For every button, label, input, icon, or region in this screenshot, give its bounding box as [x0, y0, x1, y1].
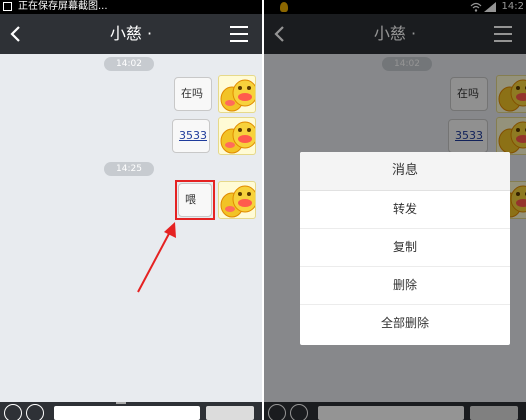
screenshot-icon: [3, 2, 12, 11]
timestamp: 14:25: [104, 162, 154, 176]
message-bubble[interactable]: 3533: [172, 119, 210, 153]
chat-header: 小慈 ·: [0, 14, 262, 54]
message-context-menu: 消息 转发 复制 删除 全部删除: [300, 152, 510, 345]
status-text: 正在保存屏幕截图...: [18, 1, 108, 12]
context-menu-title: 消息: [300, 152, 510, 191]
message-bubble[interactable]: 在吗: [174, 77, 212, 111]
message-link[interactable]: 3533: [179, 129, 207, 142]
chat-title: 小慈 ·: [109, 24, 153, 43]
annotation-highlight-box: [175, 180, 215, 220]
menu-item-forward[interactable]: 转发: [300, 191, 510, 229]
right-screenshot: 14:2 小慈 · 14:02 在吗 3533 消息 转发 复制 删除 全部删除: [264, 0, 526, 420]
menu-icon[interactable]: [230, 26, 248, 42]
emoji-avatar-icon[interactable]: [218, 75, 256, 113]
message-input[interactable]: [54, 406, 200, 420]
emoji-icon[interactable]: [26, 404, 44, 420]
emoji-avatar-icon[interactable]: [218, 181, 256, 219]
message-text: 在吗: [181, 87, 203, 100]
input-bar: [0, 402, 262, 420]
voice-icon[interactable]: [4, 404, 22, 420]
drag-handle[interactable]: [116, 402, 126, 404]
left-screenshot: 正在保存屏幕截图... 小慈 · 14:02 在吗 3533 14:25 喂: [0, 0, 262, 420]
send-button[interactable]: [206, 406, 254, 420]
menu-item-delete[interactable]: 删除: [300, 267, 510, 305]
menu-item-delete-all[interactable]: 全部删除: [300, 305, 510, 342]
status-bar: 正在保存屏幕截图...: [0, 0, 262, 14]
annotation-arrow: [137, 222, 176, 293]
emoji-avatar-icon[interactable]: [218, 117, 256, 155]
timestamp: 14:02: [104, 57, 154, 71]
menu-item-copy[interactable]: 复制: [300, 229, 510, 267]
